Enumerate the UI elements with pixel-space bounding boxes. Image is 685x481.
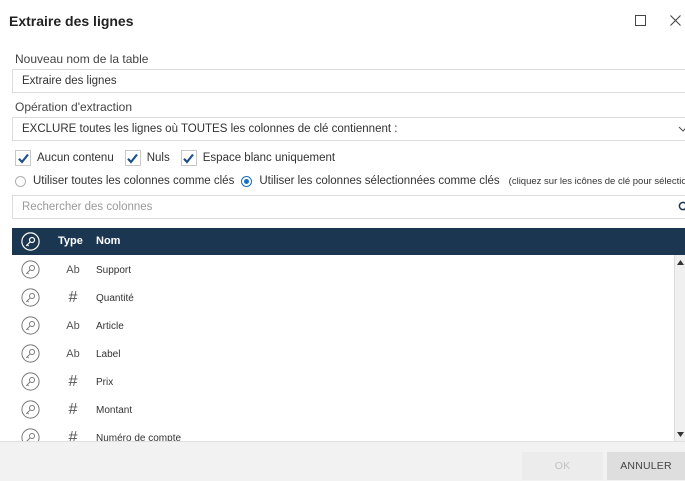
- cancel-button[interactable]: ANNULER: [607, 452, 685, 480]
- close-icon: [669, 14, 681, 26]
- checkbox-no-content-label: Aucun contenu: [37, 152, 114, 164]
- checkmark-icon: [127, 153, 139, 164]
- column-name: Prix: [96, 377, 114, 388]
- table-row[interactable]: # Numéro de compte: [12, 423, 672, 441]
- column-name: Montant: [96, 405, 133, 416]
- radio-selected-columns-label: Utiliser les colonnes sélectionnées comm…: [259, 175, 500, 187]
- checkbox-whitespace[interactable]: [180, 150, 197, 166]
- table-name-label: Nouveau nom de la table: [15, 52, 149, 66]
- table-row[interactable]: # Prix: [12, 367, 672, 395]
- conditions-row: Aucun contenu Nuls Espace blanc uniqueme…: [15, 149, 346, 167]
- chevron-down-icon: [678, 126, 685, 132]
- table-name-field[interactable]: [12, 69, 685, 93]
- column-name: Support: [96, 265, 132, 276]
- checkmark-icon: [183, 153, 195, 164]
- radio-all-columns-label: Utiliser toutes les colonnes comme clés: [33, 175, 235, 187]
- key-icon: [21, 232, 40, 251]
- scroll-down-arrow-icon: [676, 431, 684, 437]
- maximize-button[interactable]: [630, 10, 650, 30]
- ok-button[interactable]: OK: [522, 452, 603, 480]
- column-type: #: [68, 373, 78, 390]
- column-type: #: [68, 401, 78, 418]
- column-type: Ab: [66, 320, 80, 332]
- scroll-up-arrow-icon: [676, 259, 684, 265]
- table-row[interactable]: Ab Support: [12, 255, 672, 283]
- key-toggle-icon[interactable]: [21, 288, 40, 310]
- column-name: Numéro de compte: [96, 433, 182, 441]
- column-type: Ab: [66, 264, 80, 276]
- column-search-input[interactable]: [22, 201, 685, 213]
- columns-grid-header: Type Nom: [12, 228, 685, 255]
- checkbox-nulls-label: Nuls: [146, 152, 170, 164]
- dialog-titlebar: Extraire des lignes: [0, 0, 685, 40]
- column-search-field[interactable]: [12, 195, 685, 219]
- key-toggle-icon[interactable]: [21, 400, 40, 422]
- column-type: Ab: [66, 348, 80, 360]
- column-name: Label: [96, 349, 121, 360]
- table-row[interactable]: # Montant: [12, 395, 672, 423]
- grid-scrollbar[interactable]: [674, 255, 685, 441]
- radio-all-columns[interactable]: [15, 175, 26, 187]
- columns-grid-body: Ab Support # Quantité Ab Article Ab Labe…: [12, 255, 685, 441]
- search-icon[interactable]: [678, 201, 685, 213]
- checkbox-nulls[interactable]: [124, 150, 141, 166]
- table-row[interactable]: Ab Article: [12, 311, 672, 339]
- key-toggle-icon[interactable]: [21, 316, 40, 338]
- close-button[interactable]: [665, 10, 685, 30]
- column-type: #: [68, 429, 78, 441]
- checkbox-whitespace-label: Espace blanc uniquement: [202, 152, 336, 164]
- type-column-header[interactable]: Type: [58, 235, 83, 247]
- scroll-up-button[interactable]: [675, 257, 685, 267]
- key-toggle-icon[interactable]: [21, 344, 40, 366]
- key-toggle-icon[interactable]: [21, 372, 40, 394]
- radio-selected-columns[interactable]: [241, 175, 253, 187]
- checkbox-no-content[interactable]: [15, 150, 31, 166]
- table-name-input[interactable]: [22, 75, 685, 87]
- operation-selected-value: EXCLURE toutes les lignes où TOUTES les …: [22, 123, 398, 135]
- checkmark-icon: [17, 153, 29, 164]
- maximize-icon: [634, 14, 646, 26]
- table-row[interactable]: Ab Label: [12, 339, 672, 367]
- operation-label: Opération d'extraction: [15, 100, 133, 114]
- key-mode-row: Utiliser toutes les colonnes comme clés …: [15, 172, 685, 190]
- scroll-down-button[interactable]: [675, 429, 685, 439]
- column-type: #: [68, 289, 78, 306]
- key-header-button[interactable]: [21, 232, 40, 254]
- operation-select[interactable]: EXCLURE toutes les lignes où TOUTES les …: [12, 117, 685, 141]
- column-name: Article: [96, 321, 124, 332]
- dialog-title: Extraire des lignes: [9, 13, 134, 29]
- key-mode-hint: (cliquez sur les icônes de clé pour séle…: [508, 175, 685, 187]
- key-toggle-icon[interactable]: [21, 260, 40, 282]
- column-name: Quantité: [96, 293, 134, 304]
- dialog-footer: OK ANNULER: [0, 441, 685, 481]
- table-row[interactable]: # Quantité: [12, 283, 672, 311]
- key-toggle-icon[interactable]: [21, 428, 40, 441]
- name-column-header[interactable]: Nom: [96, 235, 120, 247]
